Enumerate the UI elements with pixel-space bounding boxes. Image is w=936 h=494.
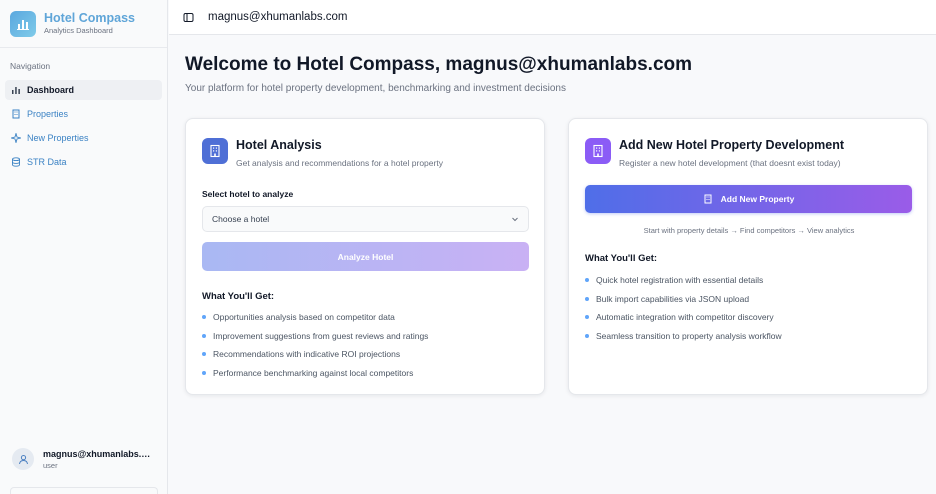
add-new-property-label: Add New Property bbox=[720, 194, 795, 204]
add-new-property-button[interactable]: Add New Property bbox=[585, 185, 912, 213]
list-item: Opportunities analysis based on competit… bbox=[202, 308, 428, 327]
chevron-down-icon bbox=[512, 217, 518, 222]
user-email: magnus@xhumanlabs.com bbox=[43, 448, 155, 459]
bullet-dot bbox=[202, 352, 206, 357]
sidebar-item-label: New Properties bbox=[27, 133, 89, 143]
development-benefits-list: Quick hotel registration with essential … bbox=[585, 271, 782, 345]
database-icon bbox=[12, 157, 20, 167]
list-item: Bulk import capabilities via JSON upload bbox=[585, 290, 782, 309]
development-benefits-title: What You'll Get: bbox=[585, 253, 658, 264]
list-item: Automatic integration with competitor di… bbox=[585, 308, 782, 327]
list-item: Seamless transition to property analysis… bbox=[585, 327, 782, 346]
brand-subtitle: Analytics Dashboard bbox=[44, 25, 113, 35]
bar-chart-logo-icon bbox=[10, 10, 36, 37]
select-hotel-label: Select hotel to analyze bbox=[202, 189, 294, 199]
benefit-text: Opportunities analysis based on competit… bbox=[213, 312, 395, 323]
list-item: Quick hotel registration with essential … bbox=[585, 271, 782, 290]
sidebar-item-dashboard[interactable]: Dashboard bbox=[5, 80, 162, 100]
page-subtitle: Your platform for hotel property develop… bbox=[185, 83, 566, 94]
building-icon bbox=[12, 109, 20, 119]
sidebar-item-label: STR Data bbox=[27, 157, 67, 167]
hotel-analysis-title: Hotel Analysis bbox=[236, 138, 322, 152]
sidebar-item-properties[interactable]: Properties bbox=[5, 104, 162, 124]
top-bar: magnus@xhumanlabs.com bbox=[169, 0, 936, 35]
bullet-dot bbox=[202, 315, 206, 320]
add-property-description: Register a new hotel development (that d… bbox=[619, 158, 841, 168]
bullet-dot bbox=[585, 278, 589, 283]
hotel-select[interactable]: Choose a hotel bbox=[202, 206, 529, 232]
benefit-text: Automatic integration with competitor di… bbox=[596, 312, 774, 323]
sidebar-item-new-properties[interactable]: New Properties bbox=[5, 128, 162, 148]
benefit-text: Quick hotel registration with essential … bbox=[596, 275, 764, 286]
sidebar: Hotel Compass Analytics Dashboard Naviga… bbox=[0, 0, 168, 494]
hotel-analysis-card: Hotel Analysis Get analysis and recommen… bbox=[185, 118, 545, 395]
analysis-benefits-title: What You'll Get: bbox=[202, 291, 275, 302]
sidebar-item-str-data[interactable]: STR Data bbox=[5, 152, 162, 172]
user-role: user bbox=[43, 460, 58, 470]
building-icon bbox=[202, 138, 228, 164]
topbar-user-email: magnus@xhumanlabs.com bbox=[208, 11, 348, 23]
sidebar-item-label: Properties bbox=[27, 109, 69, 119]
sparkles-icon bbox=[11, 133, 21, 143]
brand-title: Hotel Compass bbox=[44, 10, 135, 25]
bullet-dot bbox=[585, 296, 589, 301]
workflow-hint: Start with property details → Find compe… bbox=[643, 226, 855, 235]
page-title: Welcome to Hotel Compass, magnus@xhumanl… bbox=[185, 54, 693, 75]
bullet-dot bbox=[202, 370, 206, 375]
sidebar-item-label: Dashboard bbox=[27, 85, 75, 95]
list-item: Performance benchmarking against local c… bbox=[202, 364, 428, 383]
building-icon bbox=[585, 138, 611, 164]
analyze-hotel-button[interactable]: Analyze Hotel bbox=[202, 242, 529, 271]
analysis-benefits-list: Opportunities analysis based on competit… bbox=[202, 308, 428, 382]
list-item: Improvement suggestions from guest revie… bbox=[202, 327, 428, 346]
bullet-dot bbox=[202, 333, 206, 338]
benefit-text: Performance benchmarking against local c… bbox=[213, 367, 414, 378]
list-item: Recommendations with indicative ROI proj… bbox=[202, 345, 428, 364]
sidebar-toggle-icon[interactable] bbox=[183, 12, 194, 23]
brand[interactable]: Hotel Compass Analytics Dashboard bbox=[0, 0, 167, 48]
hotel-select-value: Choose a hotel bbox=[212, 214, 270, 224]
benefit-text: Improvement suggestions from guest revie… bbox=[213, 330, 429, 341]
benefit-text: Seamless transition to property analysis… bbox=[596, 330, 782, 341]
building-icon bbox=[704, 194, 712, 204]
user-menu[interactable]: magnus@xhumanlabs.com user bbox=[12, 448, 155, 470]
bullet-dot bbox=[585, 315, 589, 320]
bar-chart-icon bbox=[12, 87, 20, 94]
nav-heading: Navigation bbox=[10, 61, 51, 71]
user-avatar-icon bbox=[12, 448, 34, 470]
hotel-analysis-description: Get analysis and recommendations for a h… bbox=[236, 158, 443, 168]
benefit-text: Bulk import capabilities via JSON upload bbox=[596, 293, 750, 304]
bullet-dot bbox=[585, 333, 589, 338]
add-property-title: Add New Hotel Property Development bbox=[619, 138, 845, 152]
add-property-card: Add New Hotel Property Development Regis… bbox=[568, 118, 928, 395]
sidebar-footer-strip bbox=[10, 487, 158, 494]
benefit-text: Recommendations with indicative ROI proj… bbox=[213, 349, 401, 360]
